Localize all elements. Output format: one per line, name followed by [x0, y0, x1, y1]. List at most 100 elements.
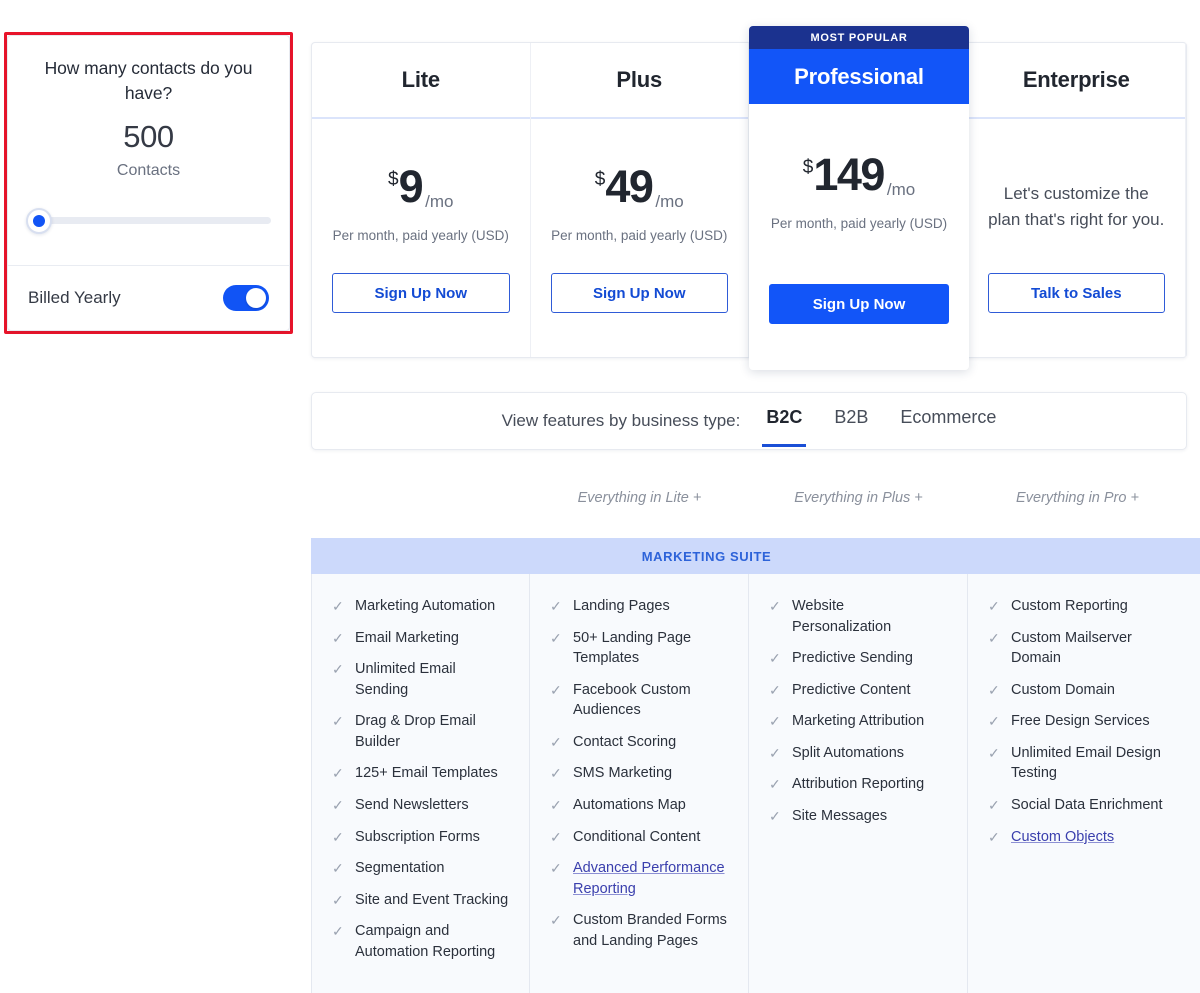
price-currency: $	[802, 157, 814, 178]
feature-label: Social Data Enrichment	[1011, 797, 1163, 814]
check-icon: ✓	[988, 629, 1000, 646]
enterprise-copy: Let's customize the plan that's right fo…	[988, 184, 1165, 230]
price-period: /mo	[886, 180, 916, 199]
billing-period-toggle[interactable]	[223, 285, 269, 311]
feature-label: Landing Pages	[573, 598, 670, 614]
check-icon: ✓	[550, 681, 562, 698]
feature-label: Custom Mailserver Domain	[1011, 629, 1132, 667]
check-icon: ✓	[550, 912, 562, 929]
check-icon: ✓	[769, 681, 781, 698]
feature-label: Predictive Content	[792, 681, 911, 698]
feature-item: ✓ Marketing Attribution	[769, 711, 947, 732]
contact-selector-card: How many contacts do you have? 500 Conta…	[7, 35, 290, 331]
check-icon: ✓	[769, 808, 781, 825]
feature-label: Facebook Custom Audiences	[573, 681, 691, 719]
feature-item: ✓ Site and Event Tracking	[332, 890, 509, 911]
check-icon: ✓	[769, 713, 781, 730]
check-icon: ✓	[988, 828, 1000, 845]
feature-item: ✓ Custom Objects	[988, 827, 1180, 848]
plan-card-plus: Plus $ 49 /mo Per month, paid yearly (US…	[530, 43, 749, 357]
check-icon: ✓	[332, 860, 344, 877]
check-icon: ✓	[332, 797, 344, 814]
billing-period-label: Billed Yearly	[28, 288, 121, 307]
feature-label: Site and Event Tracking	[355, 891, 509, 908]
feature-label: Email Marketing	[355, 629, 459, 646]
feature-item: ✓ Automations Map	[550, 795, 728, 816]
billing-row: Billed Yearly	[8, 266, 289, 330]
feature-item: ✓ Unlimited Email Design Testing	[988, 743, 1180, 784]
feature-label: Campaign and Automation Reporting	[355, 923, 496, 960]
feature-item: ✓ Landing Pages	[550, 596, 728, 617]
feature-item: ✓ Custom Mailserver Domain	[988, 628, 1180, 669]
talk-to-sales-button[interactable]: Talk to Sales	[987, 273, 1165, 313]
feature-label: Send Newsletters	[355, 797, 469, 814]
price-amount: 49	[605, 161, 654, 212]
check-icon: ✓	[988, 797, 1000, 814]
pricing-page: How many contacts do you have? 500 Conta…	[0, 0, 1200, 993]
most-popular-badge: MOST POPULAR	[749, 26, 969, 49]
plan-name: Plus	[616, 67, 663, 92]
plan-price: $ 149 /mo	[802, 152, 916, 202]
check-icon: ✓	[769, 744, 781, 761]
feature-item: ✓ Send Newsletters	[332, 795, 509, 816]
feature-column-lite: ✓ Marketing Automation ✓ Email Marketing ✓ Un…	[311, 574, 530, 993]
feature-link[interactable]: Advanced Performance Reporting	[573, 858, 728, 899]
check-icon: ✓	[332, 828, 344, 845]
feature-label: 125+ Email Templates	[355, 765, 498, 782]
feature-item: ✓ Site Messages	[769, 806, 947, 827]
feature-grid: ✓ Marketing Automation ✓ Email Marketing ✓ Un…	[311, 574, 1200, 993]
feature-item: ✓ Split Automations	[769, 743, 947, 764]
plan-name: Lite	[401, 67, 441, 92]
contacts-slider[interactable]	[26, 206, 271, 236]
check-icon: ✓	[550, 765, 562, 782]
feature-link[interactable]: Custom Objects	[1011, 827, 1114, 848]
plan-header-lite: Lite	[312, 43, 530, 119]
tab-b2c[interactable]: B2C	[762, 407, 807, 447]
suite-banner-title: MARKETING SUITE	[311, 538, 1200, 574]
price-period: /mo	[655, 192, 684, 211]
feature-label: Custom Branded Forms and Landing Pages	[573, 912, 727, 949]
feature-label: Automations Map	[573, 797, 686, 814]
check-icon: ✓	[769, 776, 781, 793]
signup-button-plus[interactable]: Sign Up Now	[550, 273, 728, 313]
signup-button-professional[interactable]: Sign Up Now	[769, 284, 949, 324]
slider-handle[interactable]	[26, 207, 52, 234]
everything-in-row: Everything in Lite + Everything in Plus …	[311, 490, 1187, 506]
plan-name: Professional	[794, 63, 924, 89]
check-icon: ✓	[550, 629, 562, 646]
feature-item: ✓ Attribution Reporting	[769, 774, 947, 795]
check-icon: ✓	[550, 860, 562, 877]
tab-ecommerce[interactable]: Ecommerce	[900, 407, 996, 435]
check-icon: ✓	[550, 797, 562, 814]
feature-column-plus: ✓ Landing Pages ✓ 50+ Landing Page Template…	[530, 574, 749, 993]
feature-label: Unlimited Email Sending	[355, 661, 456, 698]
check-icon: ✓	[332, 661, 344, 678]
signup-button-lite[interactable]: Sign Up Now	[332, 273, 510, 313]
feature-item: ✓ SMS Marketing	[550, 763, 728, 784]
slider-track[interactable]	[40, 217, 271, 225]
feature-column-professional: ✓ Website Personalization ✓ Predictive Send…	[749, 574, 968, 993]
plan-header-plus: Plus	[530, 43, 748, 119]
feature-label: Marketing Automation	[355, 598, 496, 614]
tab-b2b[interactable]: B2B	[834, 407, 868, 435]
feature-item: ✓ Custom Branded Forms and Landing Pages	[550, 910, 728, 951]
check-icon: ✓	[988, 744, 1000, 761]
feature-label: Website Personalization	[792, 598, 892, 635]
feature-item: ✓ Contact Scoring	[550, 732, 728, 753]
check-icon: ✓	[332, 923, 344, 940]
everything-in-lite-spacer	[311, 490, 530, 506]
feature-label: Conditional Content	[573, 828, 701, 845]
contacts-question: How many contacts do you have?	[44, 58, 253, 104]
contacts-unit-label: Contacts	[116, 161, 181, 179]
business-type-label: View features by business type:	[501, 411, 741, 430]
plan-card-professional: MOST POPULAR Professional $ 149 /mo Per …	[749, 26, 969, 370]
plan-card-enterprise: Enterprise Let's customize the plan that…	[967, 43, 1186, 357]
price-note: Per month, paid yearly (USD)	[551, 228, 728, 243]
check-icon: ✓	[988, 681, 1000, 698]
plan-header-enterprise: Enterprise	[967, 43, 1185, 119]
price-currency: $	[594, 169, 606, 190]
feature-item: ✓ Advanced Performance Reporting	[550, 858, 728, 899]
price-note: Per month, paid yearly (USD)	[770, 216, 948, 231]
feature-label: Split Automations	[792, 744, 905, 761]
price-period: /mo	[425, 192, 454, 211]
